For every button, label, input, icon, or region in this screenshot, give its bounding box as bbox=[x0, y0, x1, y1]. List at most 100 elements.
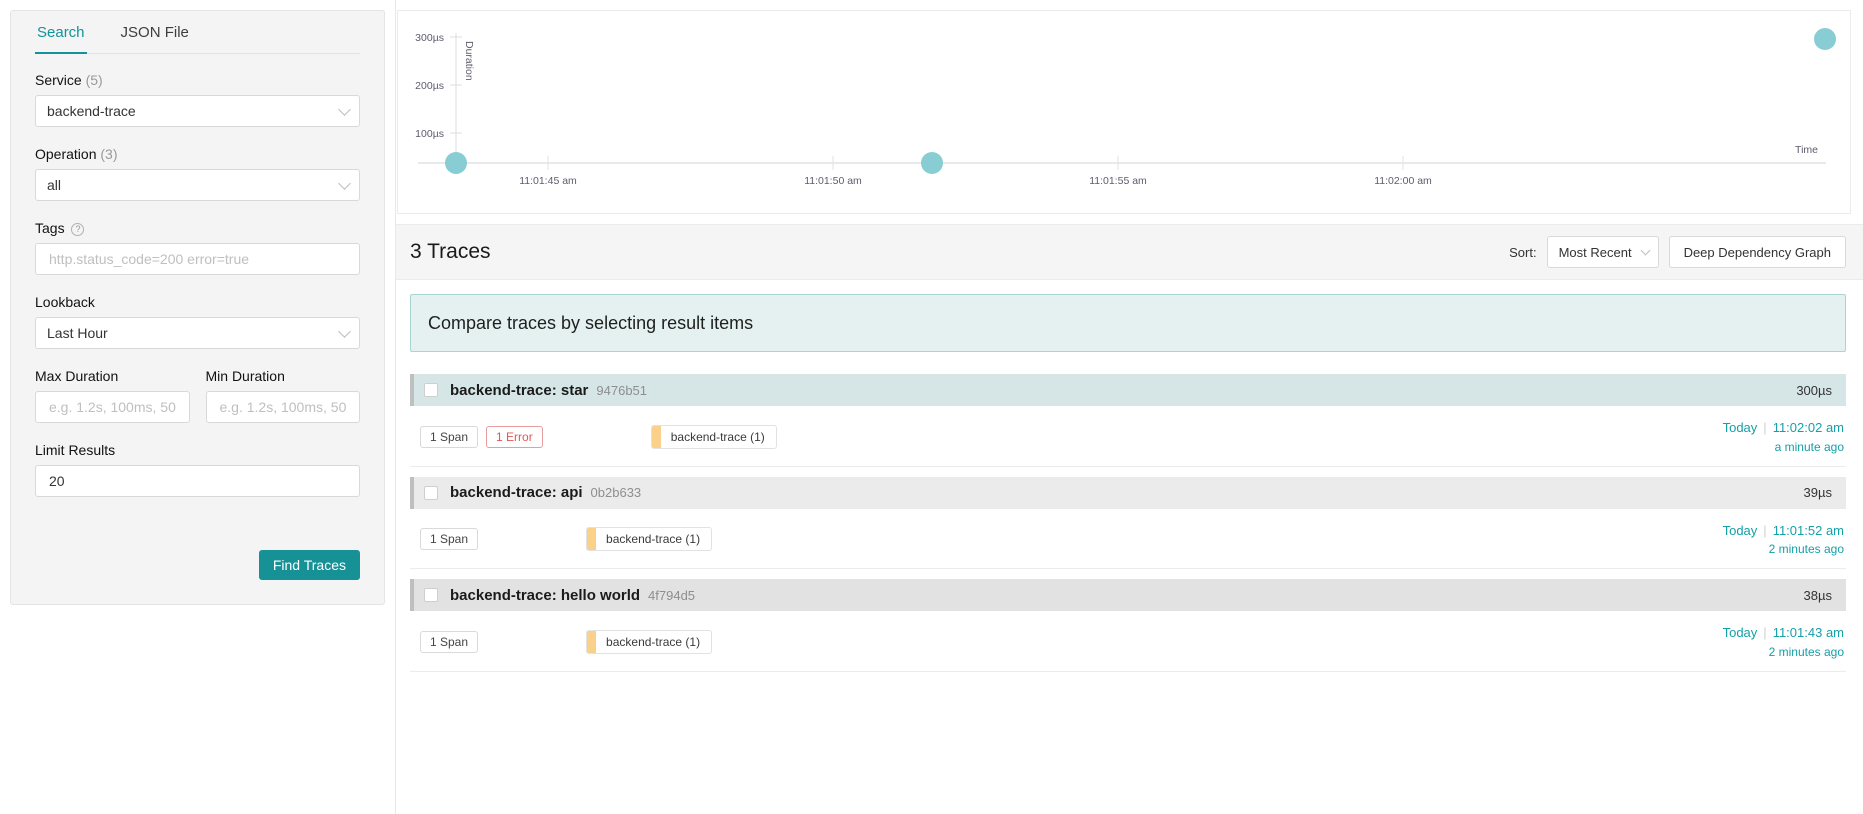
scatter-svg: 300µs 200µs 100µs Duration Time 11:01:45… bbox=[415, 32, 1826, 187]
trace-name: backend-trace: hello world bbox=[450, 586, 641, 604]
trace-select-checkbox[interactable] bbox=[424, 485, 438, 500]
trace-id: 9476b51 bbox=[596, 382, 648, 398]
service-badge-label: backend-trace (1) bbox=[606, 634, 701, 649]
service-label-text: Service bbox=[35, 72, 82, 88]
max-duration-label: Max Duration bbox=[35, 368, 119, 384]
timestamp-separator: | bbox=[1763, 522, 1767, 538]
trace-day: Today bbox=[1722, 420, 1758, 435]
compare-traces-text: Compare traces by selecting result items bbox=[428, 312, 754, 333]
min-duration-label: Min Duration bbox=[205, 368, 285, 384]
sort-select[interactable]: Most Recent bbox=[1546, 236, 1659, 268]
trace-timestamp-line1: Today | 11:01:43 am bbox=[1723, 623, 1844, 643]
results-count: 3 Traces bbox=[410, 240, 491, 263]
trace-scatter-chart[interactable]: 300µs 200µs 100µs Duration Time 11:01:45… bbox=[397, 10, 1851, 214]
app-root: Search JSON File Service (5) backend-tra… bbox=[0, 0, 1863, 814]
service-badge: backend-trace (1) bbox=[586, 527, 713, 552]
field-limit-results: Limit Results bbox=[35, 442, 360, 497]
limit-results-field[interactable] bbox=[35, 465, 360, 497]
max-duration-input[interactable] bbox=[47, 398, 178, 416]
service-badge-label: backend-trace (1) bbox=[670, 429, 765, 444]
trace-select-checkbox[interactable] bbox=[424, 383, 438, 397]
trace-relative-time: 2 minutes ago bbox=[1768, 542, 1844, 556]
field-duration-row: Max Duration Min Duration bbox=[35, 368, 360, 423]
trace-result-item[interactable]: backend-trace: api 0b2b633 39µs 1 Span b… bbox=[410, 476, 1846, 569]
timestamp-separator: | bbox=[1763, 420, 1767, 435]
trace-timestamp: Today | 11:02:02 am a minute ago bbox=[1723, 418, 1844, 456]
search-panel: Search JSON File Service (5) backend-tra… bbox=[10, 10, 385, 605]
tab-search-label: Search bbox=[37, 24, 85, 41]
scatter-point-api[interactable] bbox=[921, 152, 943, 174]
lookback-value: Last Hour bbox=[47, 325, 108, 341]
results-list: Compare traces by selecting result items… bbox=[396, 280, 1863, 814]
span-count-badge: 1 Span bbox=[420, 630, 479, 653]
error-count-badge: 1 Error bbox=[486, 425, 543, 448]
scatter-point-hello-world[interactable] bbox=[445, 152, 467, 174]
trace-time: 11:01:43 am bbox=[1772, 625, 1844, 640]
trace-duration: 300µs bbox=[1796, 382, 1832, 398]
trace-result-item[interactable]: backend-trace: star 9476b51 300µs 1 Span… bbox=[410, 374, 1846, 467]
tags-label-text: Tags bbox=[35, 220, 65, 236]
deep-dependency-graph-button[interactable]: Deep Dependency Graph bbox=[1668, 236, 1846, 268]
span-count-badge: 1 Span bbox=[420, 528, 479, 551]
trace-result-item[interactable]: backend-trace: hello world 4f794d5 38µs … bbox=[410, 579, 1846, 672]
trace-id: 0b2b633 bbox=[590, 485, 642, 500]
trace-header[interactable]: backend-trace: star 9476b51 300µs bbox=[410, 374, 1846, 406]
tab-json-file[interactable]: JSON File bbox=[119, 11, 191, 53]
x-tick-label-1: 11:01:50 am bbox=[804, 175, 862, 187]
lookback-select[interactable]: Last Hour bbox=[35, 317, 360, 349]
tags-field[interactable] bbox=[35, 243, 360, 275]
trace-time: 11:01:52 am bbox=[1772, 522, 1844, 538]
field-tags: Tags ? bbox=[35, 220, 360, 275]
trace-timestamp: Today | 11:01:43 am 2 minutes ago bbox=[1723, 623, 1844, 661]
trace-timestamp: Today | 11:01:52 am 2 minutes ago bbox=[1723, 521, 1844, 559]
ddg-button-label: Deep Dependency Graph bbox=[1683, 244, 1831, 260]
operation-value: all bbox=[47, 177, 62, 193]
service-badge: backend-trace (1) bbox=[586, 629, 713, 654]
field-max-duration: Max Duration bbox=[35, 368, 190, 423]
service-label: Service (5) bbox=[35, 72, 360, 88]
span-count-badge: 1 Span bbox=[420, 425, 479, 448]
trace-day: Today bbox=[1722, 625, 1758, 640]
find-traces-bar: Find Traces bbox=[258, 550, 360, 580]
trace-header[interactable]: backend-trace: hello world 4f794d5 38µs bbox=[410, 579, 1846, 611]
trace-day: Today bbox=[1722, 522, 1758, 538]
tags-input[interactable] bbox=[47, 250, 348, 268]
y-tick-label-100: 100µs bbox=[415, 128, 444, 140]
chevron-down-icon bbox=[338, 325, 351, 338]
tags-label: Tags ? bbox=[35, 220, 360, 236]
trace-meta: 1 Span 1 Error backend-trace (1) Today | 1… bbox=[410, 406, 1846, 456]
limit-results-input[interactable] bbox=[47, 472, 348, 490]
chevron-down-icon bbox=[338, 103, 351, 116]
service-color-swatch bbox=[587, 528, 597, 551]
trace-time: 11:02:02 am bbox=[1772, 420, 1844, 435]
operation-select[interactable]: all bbox=[35, 169, 360, 201]
service-color-swatch bbox=[587, 630, 597, 653]
sort-label: Sort: bbox=[1509, 244, 1537, 260]
x-tick-label-2: 11:01:55 am bbox=[1089, 175, 1147, 187]
service-badge: backend-trace (1) bbox=[650, 424, 777, 449]
max-duration-field[interactable] bbox=[35, 391, 190, 423]
trace-timestamp-line1: Today | 11:01:52 am bbox=[1723, 521, 1844, 541]
help-icon[interactable]: ? bbox=[71, 223, 85, 236]
trace-duration: 39µs bbox=[1803, 485, 1832, 500]
find-traces-button[interactable]: Find Traces bbox=[258, 550, 360, 580]
min-duration-field[interactable] bbox=[205, 391, 360, 423]
tab-search[interactable]: Search bbox=[35, 11, 87, 54]
field-min-duration: Min Duration bbox=[205, 368, 360, 423]
trace-select-checkbox[interactable] bbox=[424, 588, 438, 602]
service-value: backend-trace bbox=[47, 103, 136, 119]
sort-value: Most Recent bbox=[1558, 244, 1632, 260]
trace-header[interactable]: backend-trace: api 0b2b633 39µs bbox=[410, 476, 1846, 509]
scatter-point-star[interactable] bbox=[1814, 28, 1836, 50]
results-controls: Sort: Most Recent Deep Dependency Graph bbox=[1509, 236, 1846, 268]
trace-meta: 1 Span backend-trace (1) Today | 11:01:43 … bbox=[410, 611, 1846, 661]
limit-results-label: Limit Results bbox=[35, 442, 116, 458]
main-content: 300µs 200µs 100µs Duration Time 11:01:45… bbox=[396, 0, 1863, 814]
trace-name: backend-trace: api bbox=[450, 484, 583, 501]
min-duration-input[interactable] bbox=[217, 398, 348, 416]
trace-duration: 38µs bbox=[1803, 587, 1832, 603]
service-select[interactable]: backend-trace bbox=[35, 95, 360, 127]
operation-count: (3) bbox=[100, 146, 118, 162]
trace-name: backend-trace: star bbox=[450, 381, 589, 399]
operation-label: Operation (3) bbox=[35, 146, 360, 162]
